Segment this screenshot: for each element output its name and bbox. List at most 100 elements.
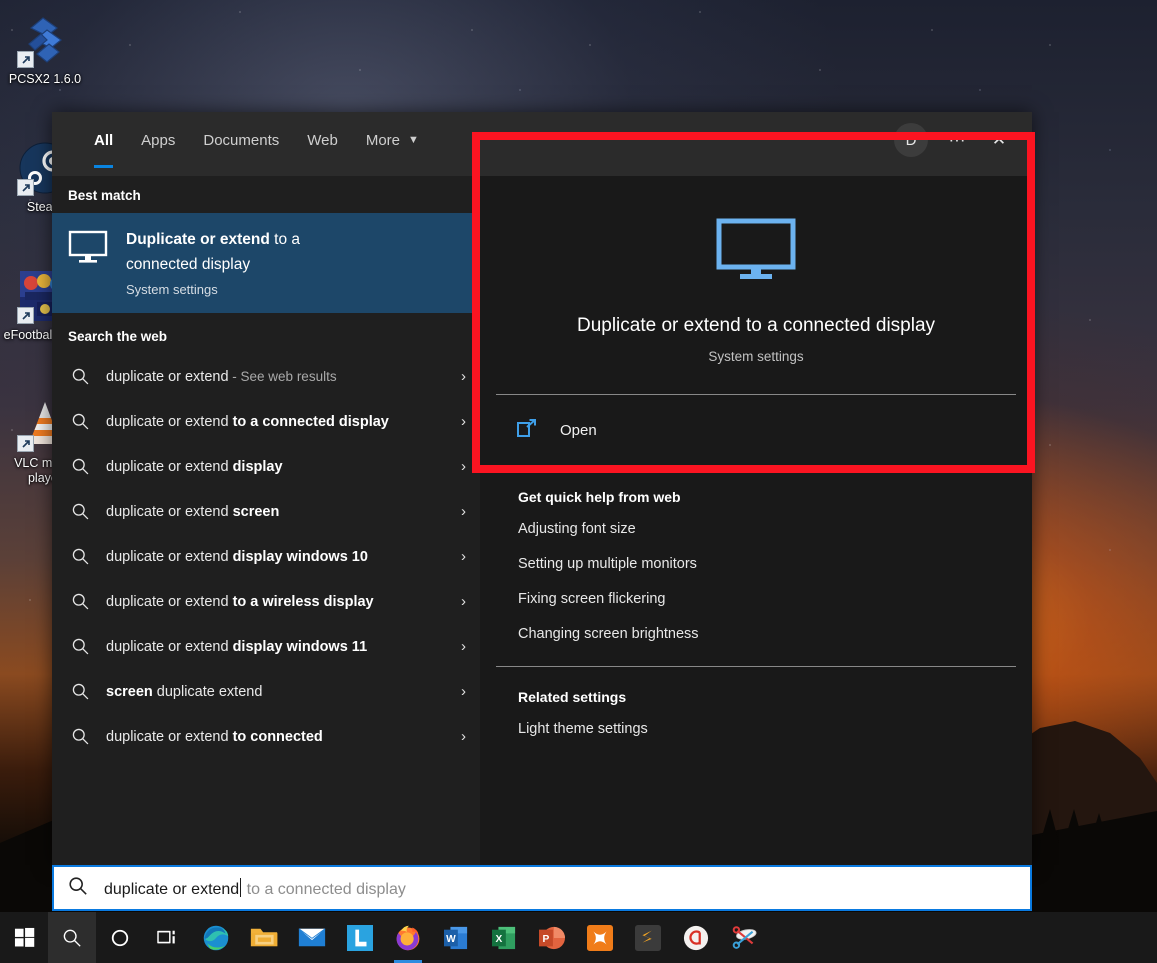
xampp-icon bbox=[587, 924, 613, 951]
best-match-title: Duplicate or extend to a connected displ… bbox=[126, 231, 301, 273]
open-action-button[interactable]: Open bbox=[496, 395, 1016, 466]
search-icon bbox=[68, 592, 92, 611]
firefox-icon bbox=[394, 924, 422, 952]
sublime-icon bbox=[635, 924, 661, 951]
powerpoint-icon: P bbox=[539, 925, 565, 951]
desktop-icon-label: PCSX2 1.6.0 bbox=[8, 72, 82, 86]
taskbar: W X P bbox=[0, 912, 1157, 963]
chevron-right-icon: › bbox=[461, 638, 466, 655]
search-icon bbox=[68, 457, 92, 476]
web-suggestion-item[interactable]: duplicate or extend screen › bbox=[52, 489, 480, 534]
tab-web[interactable]: Web bbox=[293, 112, 352, 168]
desktop-icon-pcsx2[interactable]: PCSX2 1.6.0 bbox=[2, 12, 88, 87]
related-settings-section: Related settings Light theme settings bbox=[496, 667, 1016, 749]
web-suggestion-item[interactable]: screen duplicate extend › bbox=[52, 669, 480, 714]
monitor-icon bbox=[68, 227, 108, 269]
related-settings-heading: Related settings bbox=[518, 689, 627, 705]
cortana-icon bbox=[110, 928, 130, 948]
tab-all[interactable]: All bbox=[80, 112, 127, 168]
web-suggestion-item[interactable]: duplicate or extend to connected › bbox=[52, 714, 480, 759]
mail-icon bbox=[298, 927, 326, 948]
letter-l-icon bbox=[347, 924, 373, 951]
web-suggestion-label: screen duplicate extend bbox=[106, 683, 263, 700]
search-icon bbox=[68, 502, 92, 521]
tab-apps[interactable]: Apps bbox=[127, 112, 189, 168]
preview-column: Duplicate or extend to a connected displ… bbox=[480, 176, 1032, 865]
shortcut-arrow-icon bbox=[17, 51, 34, 68]
close-button[interactable]: ✕ bbox=[986, 130, 1012, 150]
quick-help-link[interactable]: Changing screen brightness bbox=[518, 626, 1016, 642]
best-match-result[interactable]: Duplicate or extend to a connected displ… bbox=[52, 213, 480, 313]
pcsx2-icon bbox=[17, 12, 73, 68]
web-suggestion-item[interactable]: duplicate or extend - See web results › bbox=[52, 354, 480, 399]
windows-logo-icon bbox=[14, 927, 35, 948]
account-avatar[interactable]: D bbox=[894, 123, 928, 157]
chevron-right-icon: › bbox=[461, 683, 466, 700]
firefox-button[interactable] bbox=[384, 912, 432, 963]
tab-documents[interactable]: Documents bbox=[189, 112, 293, 168]
mail-button[interactable] bbox=[288, 912, 336, 963]
chevron-right-icon: › bbox=[461, 458, 466, 475]
cortana-button[interactable] bbox=[96, 912, 144, 963]
web-suggestion-item[interactable]: duplicate or extend to a connected displ… bbox=[52, 399, 480, 444]
shortcut-arrow-icon bbox=[17, 435, 34, 452]
web-suggestion-label: duplicate or extend to connected bbox=[106, 728, 323, 745]
start-button[interactable] bbox=[0, 912, 48, 963]
search-icon bbox=[68, 547, 92, 566]
search-button[interactable] bbox=[48, 912, 96, 963]
related-settings-link-list: Light theme settings bbox=[518, 721, 1016, 737]
web-suggestion-item[interactable]: duplicate or extend display windows 11 › bbox=[52, 624, 480, 669]
web-suggestion-label: duplicate or extend display windows 10 bbox=[106, 548, 368, 565]
word-button[interactable]: W bbox=[432, 912, 480, 963]
edge-icon bbox=[202, 924, 230, 952]
svg-text:P: P bbox=[543, 934, 550, 945]
quick-help-link[interactable]: Setting up multiple monitors bbox=[518, 556, 1016, 572]
open-label: Open bbox=[560, 422, 597, 439]
chevron-down-icon: ▼ bbox=[408, 134, 419, 146]
search-input-box[interactable]: duplicate or extend to a connected displ… bbox=[52, 865, 1032, 911]
file-explorer-button[interactable] bbox=[240, 912, 288, 963]
excel-button[interactable]: X bbox=[480, 912, 528, 963]
excel-icon: X bbox=[492, 925, 516, 951]
web-suggestion-item[interactable]: duplicate or extend display windows 10 › bbox=[52, 534, 480, 579]
word-icon: W bbox=[444, 925, 468, 951]
quick-help-link[interactable]: Adjusting font size bbox=[518, 521, 1016, 537]
tab-more[interactable]: More ▼ bbox=[352, 112, 433, 168]
lightshot-button[interactable] bbox=[336, 912, 384, 963]
chevron-right-icon: › bbox=[461, 368, 466, 385]
web-suggestion-item[interactable]: duplicate or extend to a wireless displa… bbox=[52, 579, 480, 624]
search-input-text: duplicate or extend to a connected displ… bbox=[104, 877, 406, 899]
svg-text:W: W bbox=[446, 934, 456, 945]
web-suggestion-item[interactable]: duplicate or extend display › bbox=[52, 444, 480, 489]
quick-help-link[interactable]: Fixing screen flickering bbox=[518, 591, 1016, 607]
folder-icon bbox=[250, 925, 278, 950]
app-a-button[interactable] bbox=[672, 912, 720, 963]
web-suggestion-label: duplicate or extend screen bbox=[106, 503, 280, 520]
search-icon bbox=[68, 637, 92, 656]
sublime-text-button[interactable] bbox=[624, 912, 672, 963]
task-view-icon bbox=[157, 928, 179, 948]
web-suggestion-label: duplicate or extend to a connected displ… bbox=[106, 413, 389, 430]
windows-search-panel: All Apps Documents Web More ▼ D ··· ✕ Be… bbox=[52, 112, 1032, 865]
preview-card: Duplicate or extend to a connected displ… bbox=[496, 176, 1016, 395]
external-link-icon bbox=[516, 417, 538, 444]
search-tab-bar: All Apps Documents Web More ▼ D ··· ✕ bbox=[52, 112, 1032, 176]
search-results-column: Best match Duplicate or extend to a conn… bbox=[52, 176, 480, 865]
chevron-right-icon: › bbox=[461, 548, 466, 565]
more-options-button[interactable]: ··· bbox=[944, 130, 970, 150]
chevron-right-icon: › bbox=[461, 503, 466, 520]
scissors-icon bbox=[731, 925, 758, 951]
related-settings-link[interactable]: Light theme settings bbox=[518, 721, 1016, 737]
quick-help-heading: Get quick help from web bbox=[518, 489, 681, 505]
powerpoint-button[interactable]: P bbox=[528, 912, 576, 963]
task-view-button[interactable] bbox=[144, 912, 192, 963]
search-icon bbox=[68, 367, 92, 386]
search-icon bbox=[68, 727, 92, 746]
edge-button[interactable] bbox=[192, 912, 240, 963]
search-panel-body: Best match Duplicate or extend to a conn… bbox=[52, 176, 1032, 865]
search-icon bbox=[62, 928, 82, 948]
snipping-tool-button[interactable] bbox=[720, 912, 768, 963]
xampp-button[interactable] bbox=[576, 912, 624, 963]
best-match-subtitle: System settings bbox=[126, 282, 218, 297]
best-match-heading: Best match bbox=[68, 188, 141, 203]
